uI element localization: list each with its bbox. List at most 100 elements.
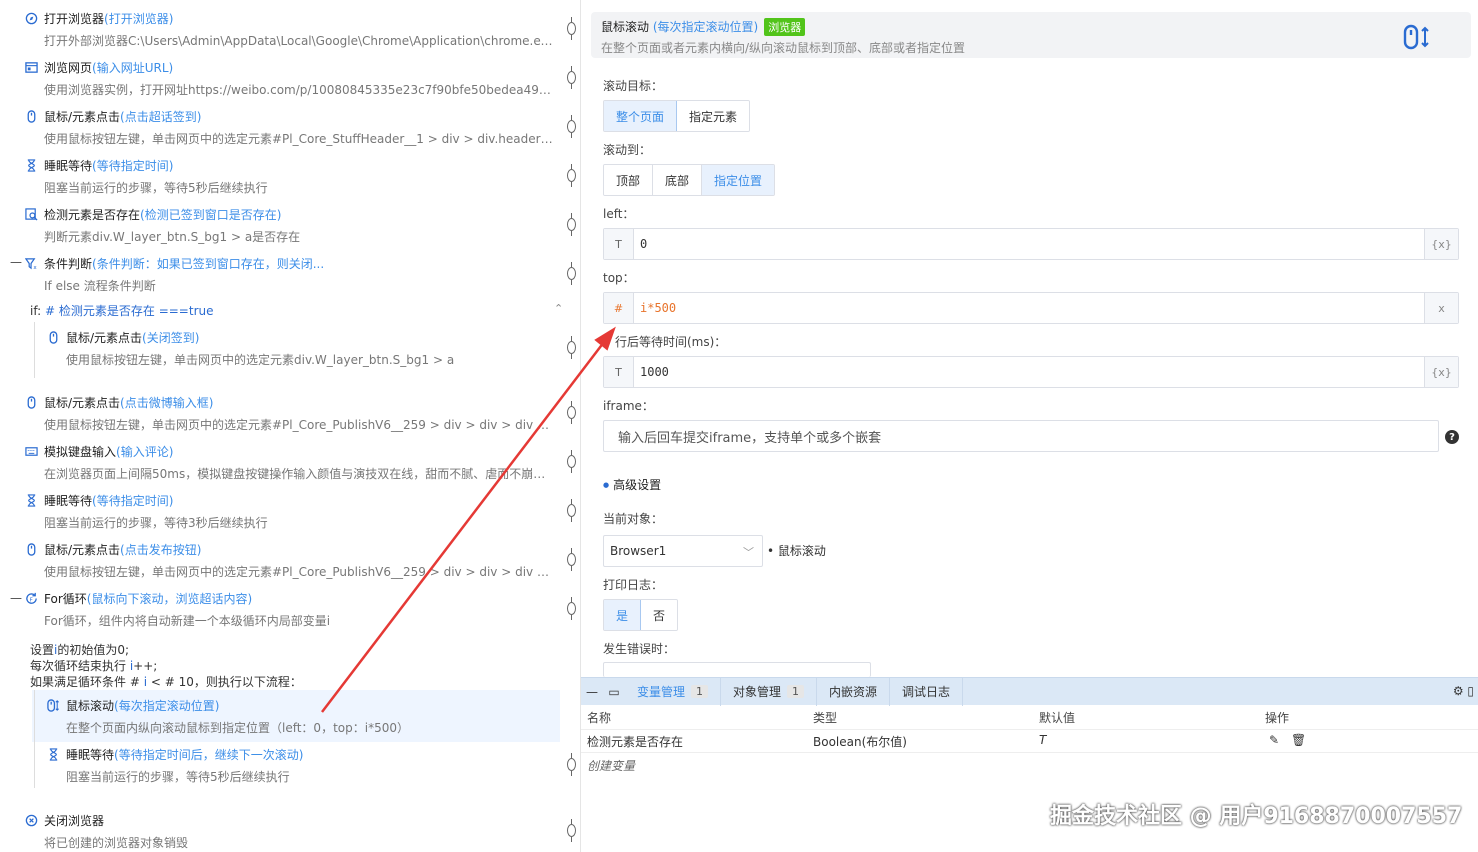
step-name: For循环 (44, 591, 87, 606)
option-bottom[interactable]: 底部 (653, 165, 703, 195)
option-top[interactable]: 顶部 (604, 165, 654, 195)
connector-node[interactable] (567, 401, 576, 424)
tab-objects[interactable]: 对象管理 1 (721, 677, 818, 706)
connector-node[interactable] (567, 336, 576, 359)
var-default[interactable]: T (1039, 733, 1046, 747)
step-detail: 打开外部浏览器C:\Users\Admin\AppData\Local\Goog… (44, 34, 556, 48)
step-detail: 判断元素div.W_layer_btn.S_bg1 > a是否存在 (44, 230, 301, 244)
connector-node[interactable] (567, 450, 576, 473)
mouse-icon (24, 395, 38, 409)
connector-node[interactable] (567, 597, 576, 620)
tab-count: 1 (787, 685, 805, 698)
tab-variables[interactable]: 变量管理 1 (625, 677, 722, 706)
flow-step-selected[interactable]: 鼠标滚动 (每次指定滚动位置) 在整个页面内纵向滚动鼠标到指定位置（left：0，… (46, 696, 556, 736)
advanced-settings-header[interactable]: 高级设置 (603, 476, 661, 493)
option-yes[interactable]: 是 (604, 600, 642, 630)
option-specified-position[interactable]: 指定位置 (702, 165, 775, 195)
print-log-group: 是 否 (603, 599, 679, 631)
table-row[interactable] (581, 729, 1478, 753)
chevron-up-icon[interactable]: ⌃ (554, 302, 563, 315)
connector-node[interactable] (567, 753, 576, 776)
clear-button[interactable]: x (1424, 293, 1458, 323)
flow-step[interactable]: 浏览网页 (输入网址URL) 使用浏览器实例，打开网址https://weibo.… (24, 58, 560, 98)
restore-icon[interactable]: ▭ (603, 685, 625, 699)
flow-step[interactable]: 模拟键盘输入 (输入评论) 在浏览器页面上间隔50ms，模拟键盘按键操作输入颜值与… (24, 442, 560, 482)
flow-step[interactable]: 鼠标/元素点击 (点击发布按钮) 使用鼠标按钮左键，单击网页中的选定元素#Pl_C… (24, 540, 560, 580)
collapse-toggle[interactable]: — (10, 591, 22, 605)
panel-title-alias: (每次指定滚动位置) (652, 20, 759, 34)
top-value[interactable]: i*500 (634, 301, 1424, 315)
var-name[interactable]: 检测元素是否存在 (587, 733, 683, 750)
left-label: left： (603, 207, 635, 221)
flow-step[interactable]: x 条件判断 (条件判断：如果已签到窗口存在，则关闭... If else 流程条件… (24, 254, 560, 294)
flow-step[interactable]: 睡眠等待 (等待指定时间) 阻塞当前运行的步骤，等待3秒后继续执行 (24, 491, 560, 531)
flow-step[interactable]: 睡眠等待 (等待指定时间) 阻塞当前运行的步骤，等待5秒后继续执行 (24, 156, 560, 196)
flow-step[interactable]: 睡眠等待 (等待指定时间后，继续下一次滚动) 阻塞当前运行的步骤，等待5秒后继续执… (46, 745, 556, 785)
tab-debug-log[interactable]: 调试日志 (890, 677, 964, 706)
scroll-target-group: 整个页面 指定元素 (603, 100, 751, 132)
edit-icon[interactable]: ✎ (1269, 733, 1279, 747)
if-branch-header[interactable]: if: # 检测元素是否存在 ===true (30, 302, 214, 319)
wait-label: 行后等待时间(ms)： (615, 335, 727, 349)
expression-type-toggle[interactable]: # (604, 293, 634, 323)
tab-embedded-resources[interactable]: 内嵌资源 (817, 677, 891, 706)
help-icon[interactable]: ? (1445, 430, 1459, 444)
step-alias: (等待指定时间) (92, 158, 174, 173)
connector-node[interactable] (567, 548, 576, 571)
current-object-select[interactable]: Browser1 ﹀ (603, 535, 763, 567)
flow-step[interactable]: 鼠标/元素点击 (点击微博输入框) 使用鼠标按钮左键，单击网页中的选定元素#Pl_… (24, 393, 560, 433)
connector-node[interactable] (567, 213, 576, 236)
step-detail: 使用鼠标按钮左键，单击网页中的选定元素div.W_layer_btn.S_bg1… (66, 353, 455, 367)
flow-step[interactable]: 关闭浏览器 将已创建的浏览器对象销毁 (24, 811, 560, 851)
text-type-toggle[interactable]: T (604, 357, 634, 387)
column-type: 类型 (813, 711, 838, 725)
wait-field[interactable]: T 1000 {x} (603, 356, 1459, 388)
mouse-icon (24, 542, 38, 556)
connector-node[interactable] (567, 115, 576, 138)
step-detail: 阻塞当前运行的步骤，等待5秒后继续执行 (66, 770, 290, 784)
if-branch-line (34, 322, 35, 378)
option-whole-page[interactable]: 整个页面 (604, 101, 678, 131)
var-type[interactable]: Boolean(布尔值) (813, 733, 907, 750)
flow-step[interactable]: 打开浏览器 (打开浏览器) 打开外部浏览器C:\Users\Admin\AppDa… (24, 9, 560, 49)
top-field[interactable]: # i*500 x (603, 292, 1459, 324)
step-detail: 使用浏览器实例，打开网址https://weibo.com/p/10080845… (44, 83, 556, 97)
iframe-input[interactable]: 输入后回车提交iframe，支持单个或多个嵌套 (603, 420, 1439, 452)
option-specified-element[interactable]: 指定元素 (677, 101, 750, 131)
delete-icon[interactable]: 🗑 (1291, 733, 1306, 747)
minimize-icon[interactable]: — (581, 685, 603, 699)
step-name: 模拟键盘输入 (44, 444, 117, 459)
current-object-label: 当前对象： (603, 512, 664, 526)
left-value[interactable]: 0 (634, 237, 1424, 251)
loop-icon: F (24, 591, 38, 605)
flow-step[interactable]: 鼠标/元素点击 (点击超话签到) 使用鼠标按钮左键，单击网页中的选定元素#Pl_C… (24, 107, 560, 147)
wait-value[interactable]: 1000 (634, 365, 1424, 379)
flow-step[interactable]: F For循环 (鼠标向下滚动，浏览超话内容) For循环，组件内将自动新建一个本… (24, 589, 560, 629)
flow-step[interactable]: 鼠标/元素点击 (关闭签到) 使用鼠标按钮左键，单击网页中的选定元素div.W_l… (46, 328, 556, 368)
step-alias: (关闭签到) (142, 330, 200, 345)
text-type-toggle[interactable]: T (604, 229, 634, 259)
connector-node[interactable] (567, 164, 576, 187)
connector-node[interactable] (567, 66, 576, 89)
connector-node[interactable] (567, 819, 576, 842)
settings-icon[interactable]: ⚙ ▯ (1453, 684, 1474, 698)
scroll-target-label: 滚动目标： (603, 79, 664, 93)
left-field[interactable]: T 0 {x} (603, 228, 1459, 260)
watermark: 掘金技术社区 @ 用户9168870007557 (1050, 804, 1463, 829)
connector-node[interactable] (567, 262, 576, 285)
hourglass-icon (24, 493, 38, 507)
step-detail: 将已创建的浏览器对象销毁 (44, 836, 189, 850)
flow-step[interactable]: 检测元素是否存在 (检测已签到窗口是否存在) 判断元素div.W_layer_bt… (24, 205, 560, 245)
compass-icon (24, 11, 38, 25)
create-variable-link[interactable]: 创建变量 (587, 757, 635, 774)
step-alias: (等待指定时间后，继续下一次滚动) (114, 747, 304, 762)
option-no[interactable]: 否 (641, 600, 678, 630)
step-name: 睡眠等待 (44, 158, 93, 173)
connector-node[interactable] (567, 499, 576, 522)
step-alias: (输入评论) (116, 444, 174, 459)
collapse-toggle[interactable]: — (10, 255, 22, 269)
hourglass-icon (24, 158, 38, 172)
variable-button[interactable]: {x} (1424, 357, 1458, 387)
connector-node[interactable] (567, 17, 576, 40)
variable-button[interactable]: {x} (1424, 229, 1458, 259)
